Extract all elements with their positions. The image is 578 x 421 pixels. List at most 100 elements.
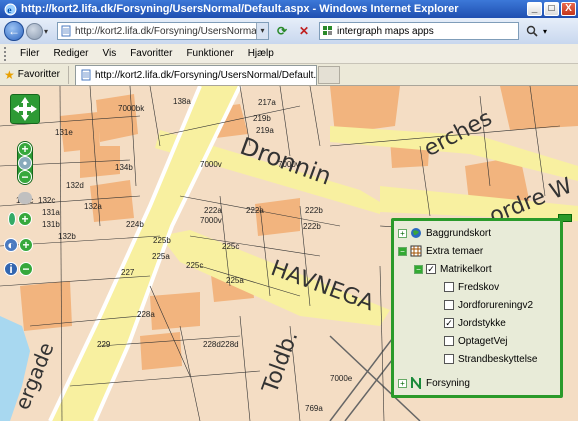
tool-add-2-button[interactable]: + — [19, 238, 33, 252]
pan-control[interactable] — [10, 94, 40, 124]
menu-rediger[interactable]: Rediger — [46, 48, 95, 59]
page-icon — [81, 69, 91, 81]
layer-checkbox[interactable] — [444, 354, 454, 364]
parcel-label: 7000bk — [118, 104, 145, 113]
zoom-out-button[interactable]: − — [18, 170, 32, 184]
minimize-button[interactable]: _ — [527, 2, 542, 16]
url-field[interactable]: http://kort2.lifa.dk/Forsyning/UsersNorm… — [57, 22, 269, 40]
layer-checkbox[interactable]: ✓ — [426, 264, 436, 274]
tool-measure-button[interactable]: ◐ — [4, 238, 18, 252]
menu-vis[interactable]: Vis — [95, 48, 123, 59]
address-bar: ← ▾ http://kort2.lifa.dk/Forsyning/Users… — [0, 18, 578, 44]
layer-matrikelkort[interactable]: − ✓ Matrikelkort — [414, 261, 492, 277]
parcel-label: 225c — [186, 261, 204, 270]
parcel-label: 222b — [303, 222, 321, 231]
layer-checkbox[interactable] — [444, 282, 454, 292]
layer-label: Strandbeskyttelse — [458, 353, 538, 365]
tool-select-button[interactable] — [8, 212, 16, 226]
zoom-slider-handle[interactable]: • — [18, 156, 32, 170]
layer-label: Baggrundskort — [426, 227, 492, 239]
layer-forsyning[interactable]: + Forsyning — [398, 375, 470, 391]
layer-optagetvej[interactable]: OptagetVej — [444, 333, 507, 349]
history-dropdown-icon[interactable]: ▾ — [44, 27, 53, 36]
stop-icon[interactable]: ✕ — [295, 22, 313, 40]
layer-label: OptagetVej — [458, 335, 508, 347]
layer-label: Fredskov — [458, 281, 500, 293]
menu-funktioner[interactable]: Funktioner — [179, 48, 240, 59]
layer-strandbeskyttelse[interactable]: Strandbeskyttelse — [444, 351, 538, 367]
collapse-icon[interactable]: − — [398, 246, 407, 256]
map-view[interactable]: Dronnin HAVNEGA Toldb. ergade erches ord… — [0, 86, 578, 421]
expand-icon[interactable]: + — [398, 228, 407, 238]
favorites-bar: ★ Favoritter http://kort2.lifa.dk/Forsyn… — [0, 64, 578, 86]
menu-hjaelp[interactable]: Hjælp — [241, 48, 281, 59]
search-field[interactable] — [319, 22, 519, 40]
parcel-label: 217a — [258, 98, 276, 107]
tool-row-1: + — [8, 212, 34, 228]
favorites-label: Favoritter — [17, 69, 60, 80]
hand-tool-icon[interactable] — [18, 192, 32, 204]
menu-bar: Filer Rediger Vis Favoritter Funktioner … — [0, 44, 578, 64]
tool-info-button[interactable]: i — [4, 262, 18, 276]
parcel-label: 228d228d — [203, 340, 239, 349]
tool-minus-button[interactable]: − — [19, 262, 33, 276]
parcel-label: 228a — [137, 310, 155, 319]
parcel-label: 227 — [121, 268, 135, 277]
parcel-label: 224b — [126, 220, 144, 229]
url-text[interactable]: http://kort2.lifa.dk/Forsyning/UsersNorm… — [75, 26, 256, 37]
expand-icon[interactable]: + — [398, 378, 407, 388]
parcel-label: 132d — [66, 181, 84, 190]
parcel-label: 222b — [305, 206, 323, 215]
layer-checkbox[interactable] — [444, 336, 454, 346]
search-button[interactable] — [523, 22, 541, 40]
parcel-label: 7000e — [330, 374, 353, 383]
layer-label: Jordstykke — [458, 317, 506, 329]
layer-label: Extra temaer — [426, 245, 484, 257]
new-tab-button[interactable] — [318, 65, 340, 84]
magnifier-icon — [526, 25, 538, 37]
ie-logo-icon: e — [4, 3, 17, 15]
url-dropdown-icon[interactable]: ▾ — [256, 23, 268, 39]
parcel-label: 131a — [42, 208, 60, 217]
parcel-label: 219a — [256, 126, 274, 135]
layer-fredskov[interactable]: Fredskov — [444, 279, 499, 295]
n-logo-icon — [411, 377, 421, 389]
search-dropdown-icon[interactable]: ▾ — [543, 27, 547, 36]
parcel-label: 219b — [253, 114, 271, 123]
parcel-label: 134b — [115, 163, 133, 172]
parcel-label: 222a — [246, 206, 264, 215]
menu-favoritter[interactable]: Favoritter — [123, 48, 179, 59]
tab-title: http://kort2.lifa.dk/Forsyning/UsersNorm… — [95, 69, 317, 81]
search-input[interactable] — [337, 25, 507, 37]
layer-checkbox[interactable] — [444, 300, 454, 310]
back-button[interactable]: ← — [4, 21, 24, 41]
zoom-in-button[interactable]: + — [18, 142, 32, 156]
tool-add-button[interactable]: + — [18, 212, 32, 226]
parcel-label: 225b — [153, 236, 171, 245]
layer-label: Jordforureningv2 — [458, 299, 534, 311]
parcel-label: 222a — [204, 206, 222, 215]
favorites-button[interactable]: ★ Favoritter — [4, 65, 69, 84]
page-icon — [61, 25, 71, 37]
forward-button[interactable] — [26, 22, 43, 40]
layer-baggrundskort[interactable]: + Baggrundskort — [398, 225, 491, 241]
tool-row-2: ◐ + — [4, 238, 34, 254]
tab-current-page[interactable]: http://kort2.lifa.dk/Forsyning/UsersNorm… — [75, 64, 317, 85]
parcel-label: 769a — [305, 404, 323, 413]
tool-row-3: i − — [4, 262, 34, 278]
parcel-label: 131e — [55, 128, 73, 137]
layer-checkbox[interactable]: ✓ — [444, 318, 454, 328]
svg-text:e: e — [7, 4, 12, 15]
parcel-label: 225a — [226, 276, 244, 285]
menu-filer[interactable]: Filer — [13, 48, 46, 59]
layer-label: Matrikelkort — [440, 263, 492, 275]
layer-panel: + Baggrundskort − Extra temaer − ✓ Matri… — [391, 218, 563, 398]
parcel-label: 138a — [173, 97, 191, 106]
refresh-icon[interactable]: ⟳ — [273, 22, 291, 40]
close-button[interactable]: X — [561, 2, 576, 16]
layer-jordstykke[interactable]: ✓ Jordstykke — [444, 315, 506, 331]
collapse-icon[interactable]: − — [414, 264, 423, 274]
layer-extra-temaer[interactable]: − Extra temaer — [398, 243, 483, 259]
maximize-button[interactable]: □ — [544, 2, 559, 16]
layer-jordforurening[interactable]: Jordforureningv2 — [444, 297, 533, 313]
